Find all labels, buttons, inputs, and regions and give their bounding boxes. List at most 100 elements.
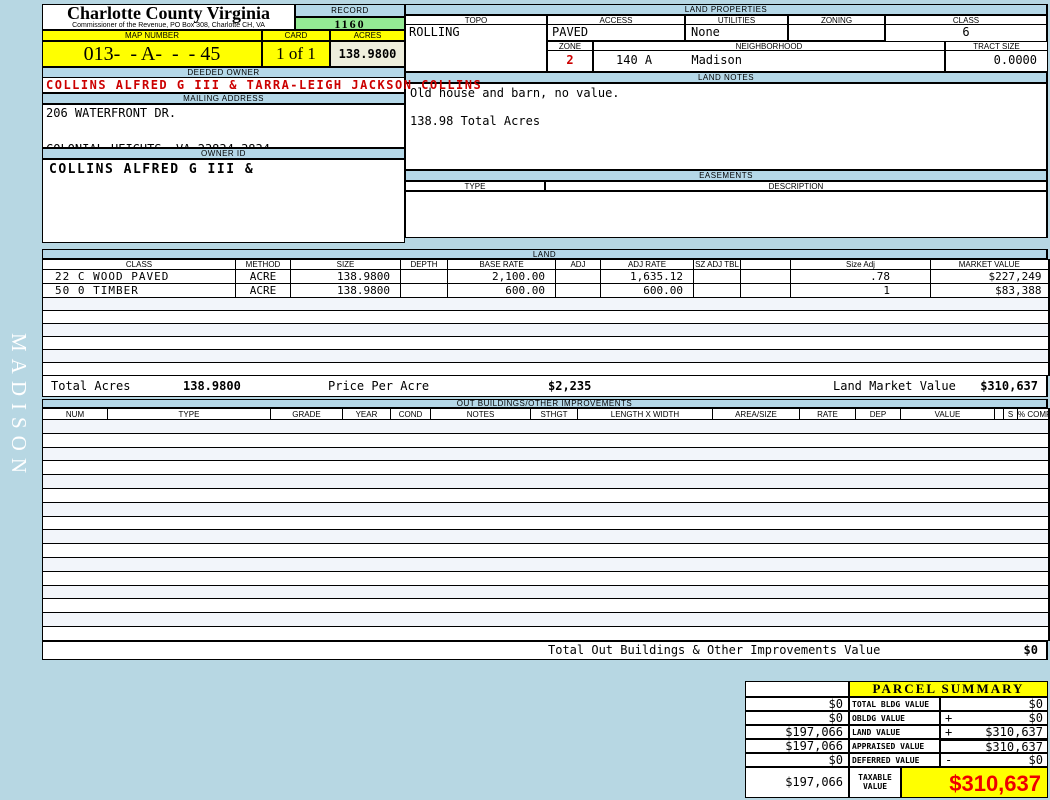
outb-col-area-size: AREA/SIZE [712,408,800,420]
summary-left-value: $197,066 [745,739,849,753]
neighborhood-name: Madison [691,53,742,67]
land-size-adj: 1 [790,283,931,298]
summary-label: APPRAISED VALUE [849,739,940,753]
owner-id-value: COLLINS ALFRED G III & [49,162,255,177]
easements-header: EASEMENTS [405,170,1048,181]
land-note-line1: Old house and barn, no value. [410,86,620,100]
summary-label: DEFERRED VALUE [849,753,940,767]
district-watermark: MADISON [7,333,31,481]
summary-op: + [945,725,953,739]
taxable-left-value: $197,066 [745,767,849,798]
land-col-method: METHOD [235,259,291,270]
summary-op: - [945,753,953,767]
tract-size-value: 0.0000 [945,51,1048,72]
out-buildings-total-value: $0 [1023,643,1038,657]
outb-col-pct-comp: % COMP [1017,408,1049,420]
outb-empty-row [42,626,1050,641]
land-empty-row [42,349,1050,363]
outb-col-spacer [994,408,1004,420]
map-number-label: MAP NUMBER [42,30,262,41]
land-class: 50 0 TIMBER [42,283,236,298]
access-column-header: ACCESS [547,15,685,25]
out-buildings-header-row: NUM TYPE GRADE YEAR COND NOTES STHGT LEN… [42,408,1049,420]
land-totals-row: Total Acres 138.9800 Price Per Acre $2,2… [42,375,1048,397]
summary-value-cell: $0 [940,697,1048,711]
easement-type-column-header: TYPE [405,181,545,191]
parcel-summary: PARCEL SUMMARY $0 TOTAL BLDG VALUE $0 $0… [745,681,1048,798]
land-class: 22 C WOOD PAVED [42,269,236,284]
outb-col-grade: GRADE [270,408,343,420]
summary-value-cell: - $0 [940,753,1048,767]
price-per-acre-label: Price Per Acre [328,379,430,393]
outb-col-sthgt: STHGT [530,408,578,420]
summary-label: LAND VALUE [849,725,940,739]
zone-column-header: ZONE [547,41,593,51]
mailing-address-label: MAILING ADDRESS [42,93,405,104]
summary-op: + [945,711,953,725]
outb-col-cond: COND [390,408,431,420]
outb-empty-row [42,516,1050,531]
land-market-value-total: $310,637 [980,379,1038,393]
outb-col-length-width: LENGTH X WIDTH [577,408,713,420]
land-method: ACRE [235,269,291,284]
land-col-depth: DEPTH [400,259,448,270]
summary-value: $0 [1028,711,1043,725]
easement-description-column-header: DESCRIPTION [545,181,1048,191]
summary-left-value: $197,066 [745,725,849,739]
summary-value: $310,637 [985,725,1043,739]
land-empty-row [42,310,1050,324]
zoning-column-header: ZONING [788,15,885,25]
outb-empty-row [42,557,1050,572]
land-adj-rate: 1,635.12 [600,269,694,284]
summary-label: OBLDG VALUE [849,711,940,725]
summary-left-value: $0 [745,711,849,725]
land-col-size: SIZE [290,259,401,270]
neighborhood-value: 140 A Madison [593,51,945,72]
land-row-1: 22 C WOOD PAVED ACRE 138.9800 2,100.00 1… [42,269,1049,284]
land-table: CLASS METHOD SIZE DEPTH BASE RATE ADJ AD… [42,259,1050,376]
out-buildings-table: NUM TYPE GRADE YEAR COND NOTES STHGT LEN… [42,408,1050,641]
summary-value: $0 [1028,753,1043,767]
outb-empty-row [42,460,1050,476]
land-col-adj-rate: ADJ RATE [600,259,694,270]
acres-label: ACRES [330,30,405,41]
outb-col-dep: DEP [855,408,901,420]
outb-col-value: VALUE [900,408,995,420]
parcel-summary-title: PARCEL SUMMARY [849,681,1048,697]
class-column-header: CLASS [885,15,1048,25]
land-sz-adj-tbl [693,283,741,298]
map-number-value: 013- - A- - - 45 [42,41,262,67]
land-adj [555,283,601,298]
deeded-owner-box: COLLINS ALFRED G III & TARRA-LEIGH JACKS… [42,78,483,93]
land-sz-adj-tbl [693,269,741,284]
land-col-class: CLASS [42,259,236,270]
card-value: 1 of 1 [262,41,330,67]
summary-value-cell: $310,637 [940,739,1048,753]
office-line: Commissioner of the Revenue, PO Box 308,… [72,22,265,29]
card-label: CARD [262,30,330,41]
land-empty-row [42,362,1050,376]
land-note-line2: 138.98 Total Acres [410,114,541,128]
outb-col-notes: NOTES [430,408,531,420]
record-label: RECORD [295,4,405,17]
deeded-owner-label: DEEDED OWNER [42,67,405,78]
neighborhood-code: 140 A [616,53,653,67]
outb-empty-row [42,543,1050,558]
summary-value: $0 [1028,697,1043,711]
summary-value-cell: + $310,637 [940,725,1048,739]
land-spacer [740,269,791,284]
land-col-market-value: MARKET VALUE [930,259,1049,270]
deeded-owner-value: COLLINS ALFRED G III & TARRA-LEIGH JACKS… [46,78,483,92]
land-base-rate: 600.00 [447,283,556,298]
outb-col-year: YEAR [342,408,391,420]
topo-column-header: TOPO [405,15,547,25]
owner-id-label: OWNER ID [42,148,405,159]
out-buildings-section-header: OUT BUILDINGS/OTHER IMPROVEMENTS [42,399,1048,408]
land-properties-panel: LAND PROPERTIES TOPO ACCESS UTILITIES ZO… [405,4,1048,238]
land-table-header-row: CLASS METHOD SIZE DEPTH BASE RATE ADJ AD… [42,259,1049,270]
summary-value: $310,637 [985,740,1043,753]
zone-value: 2 [547,51,593,72]
land-col-adj: ADJ [555,259,601,270]
outb-empty-row [42,529,1050,545]
land-empty-row [42,297,1050,311]
